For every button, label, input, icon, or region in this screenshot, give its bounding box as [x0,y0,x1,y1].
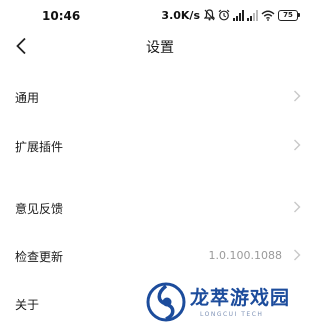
chevron-right-icon [294,90,301,102]
navigation-bar: 设置 [0,30,320,62]
signal-icon [247,9,258,21]
battery-icon: 75 [278,9,300,21]
settings-item-label: 扩展插件 [15,140,64,154]
chevron-right-icon [294,139,301,151]
chevron-right-icon [294,249,301,261]
status-indicators: 3.0K/s 75 [161,8,300,22]
wifi-icon [261,10,275,21]
watermark-title: 龙萃游戏园 [190,287,291,309]
version-value: 1.0.100.1088 [208,249,282,262]
status-time: 10:46 [42,9,81,23]
settings-item-label: 通用 [15,91,40,105]
signal-icon [233,9,244,21]
watermark-subtitle: LONGCUI TECH [200,311,264,318]
watermark: 龙萃游戏园 LONGCUI TECH [140,278,320,328]
network-speed: 3.0K/s [161,8,200,22]
settings-item-feedback[interactable]: 意见反馈 [0,187,320,227]
settings-item-check-update[interactable]: 检查更新 1.0.100.1088 [0,235,320,275]
status-bar: 10:46 3.0K/s 75 [0,0,320,30]
settings-item-general[interactable]: 通用 [0,76,320,116]
page-title: 设置 [146,40,174,56]
mute-icon [204,9,215,21]
chevron-right-icon [294,201,301,213]
alarm-icon [218,9,230,21]
settings-item-extensions[interactable]: 扩展插件 [0,125,320,165]
settings-item-label: 检查更新 [15,250,64,264]
settings-item-label: 关于 [15,298,40,312]
settings-item-label: 意见反馈 [15,202,64,216]
watermark-logo-icon [146,282,186,322]
